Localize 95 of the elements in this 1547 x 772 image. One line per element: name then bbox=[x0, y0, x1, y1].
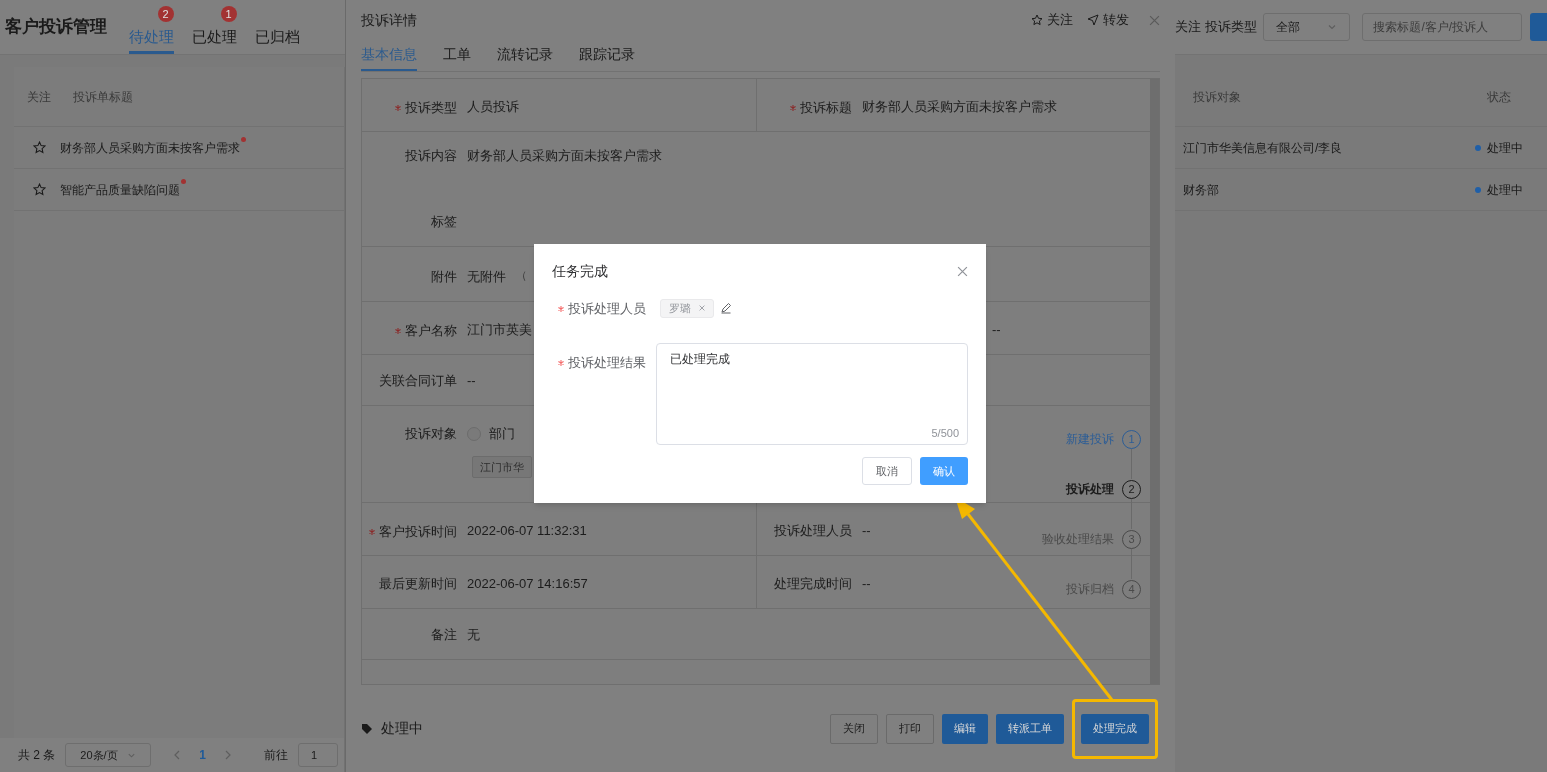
type-select[interactable]: 全部 bbox=[1263, 13, 1351, 41]
field-value: 人员投诉 bbox=[467, 98, 519, 116]
required-icon bbox=[369, 529, 375, 535]
field-value: -- bbox=[467, 372, 476, 390]
pencil-icon[interactable] bbox=[720, 302, 732, 314]
drawer-title: 投诉详情 bbox=[361, 10, 417, 30]
dialog-button[interactable]: 确认 bbox=[920, 457, 968, 485]
footer-button[interactable]: 关闭 bbox=[830, 713, 878, 744]
total-count: 共 2 条 bbox=[18, 747, 56, 764]
page-title: 客户投诉管理 bbox=[5, 15, 107, 38]
status-label: 处理中 bbox=[381, 719, 423, 738]
field-value: 无附件 bbox=[467, 268, 506, 286]
chevron-right-icon[interactable] bbox=[224, 750, 233, 760]
field-value: 江门市英美 bbox=[467, 321, 532, 339]
step-label: 投诉处理 bbox=[1066, 481, 1114, 498]
drawer-action[interactable]: 转发 bbox=[1087, 10, 1129, 30]
result-textarea[interactable]: 已处理完成 5/500 bbox=[655, 343, 968, 445]
field-value: -- bbox=[862, 522, 871, 540]
field-label: 投诉标题 bbox=[790, 98, 852, 118]
page-tab[interactable]: 1 已处理 bbox=[192, 1, 237, 54]
column-header: 状态 bbox=[1487, 88, 1511, 106]
field-value: -- bbox=[862, 575, 871, 593]
footer-button[interactable]: 打印 bbox=[886, 713, 934, 744]
field-value: 财务部人员采购方面未按客户需求 bbox=[862, 98, 1057, 116]
page-tab[interactable]: 已归档 bbox=[255, 1, 300, 54]
page-tab[interactable]: 2 待处理 bbox=[129, 1, 174, 54]
field-label: 附件 bbox=[431, 268, 457, 286]
complaint-title[interactable]: 智能产品质量缺陷问题 bbox=[60, 180, 186, 199]
field-label: 处理完成时间 bbox=[774, 575, 852, 593]
send-icon bbox=[1087, 14, 1099, 26]
step-number: 1 bbox=[1122, 429, 1141, 449]
filter-label: 投诉类型 bbox=[1205, 18, 1257, 37]
required-icon bbox=[790, 105, 796, 111]
char-count: 5/500 bbox=[931, 425, 959, 441]
page-size-select[interactable]: 20条/页 bbox=[65, 743, 152, 767]
drawer-tab[interactable]: 工单 bbox=[443, 40, 471, 71]
field-label: 关联合同订单 bbox=[379, 372, 457, 390]
star-icon bbox=[1031, 14, 1043, 26]
complaint-target: 财务部 bbox=[1183, 181, 1219, 199]
field-label: 备注 bbox=[431, 626, 457, 644]
column-header: 关注 bbox=[27, 88, 51, 106]
field-label: 投诉内容 bbox=[405, 147, 457, 165]
field-label: 客户名称 bbox=[395, 321, 457, 341]
column-header: 投诉单标题 bbox=[73, 88, 133, 106]
drawer-tab[interactable]: 跟踪记录 bbox=[579, 40, 635, 71]
footer-button[interactable]: 处理完成 bbox=[1081, 713, 1149, 744]
goto-field[interactable]: 1 bbox=[298, 743, 339, 767]
field-label: 客户投诉时间 bbox=[369, 522, 457, 542]
count-badge: 1 bbox=[220, 6, 237, 22]
chevron-left-icon[interactable] bbox=[173, 750, 182, 760]
required-icon bbox=[395, 105, 401, 111]
drawer-tab[interactable]: 流转记录 bbox=[497, 40, 553, 71]
dialog-button[interactable]: 取消 bbox=[862, 457, 912, 485]
complaint-target: 江门市华美信息有限公司/李良 bbox=[1183, 139, 1343, 157]
chevron-down-icon bbox=[1327, 22, 1338, 32]
field-value: 2022-06-07 14:16:57 bbox=[467, 575, 588, 593]
goto-label: 前往 bbox=[264, 747, 289, 764]
close-icon[interactable] bbox=[1149, 14, 1160, 26]
field-label: 投诉处理结果 bbox=[557, 353, 646, 373]
field-label: 投诉对象 bbox=[405, 425, 457, 443]
field-label: 标签 bbox=[431, 213, 457, 231]
column-header: 投诉对象 bbox=[1193, 88, 1241, 106]
dialog-title: 任务完成 bbox=[552, 261, 608, 281]
footer-button[interactable]: 转派工单 bbox=[996, 713, 1064, 744]
required-icon bbox=[395, 328, 401, 334]
search-field[interactable]: 搜索标题/客户/投诉人 bbox=[1362, 13, 1523, 41]
field-label: 投诉类型 bbox=[395, 98, 457, 118]
footer-button[interactable]: 编辑 bbox=[942, 713, 988, 744]
field-value: 财务部人员采购方面未按客户需求 bbox=[467, 147, 662, 165]
search-button[interactable] bbox=[1530, 13, 1547, 41]
field-label: 投诉处理人员 bbox=[558, 298, 646, 319]
field-value: -- bbox=[992, 321, 1001, 339]
target-tag: 江门市华 bbox=[472, 455, 532, 478]
filter-label: 关注 bbox=[1175, 18, 1201, 37]
required-icon bbox=[558, 305, 564, 312]
drawer-action[interactable]: 关注 bbox=[1031, 10, 1073, 30]
close-icon[interactable] bbox=[957, 265, 968, 277]
step-number: 2 bbox=[1122, 479, 1141, 499]
step-label: 新建投诉 bbox=[1066, 431, 1114, 448]
field-value: 无 bbox=[467, 626, 480, 644]
person-tag: 罗璐 bbox=[660, 298, 714, 318]
status-text: 处理中 bbox=[1487, 181, 1523, 199]
star-icon[interactable] bbox=[33, 141, 46, 154]
field-label: 投诉处理人员 bbox=[774, 522, 852, 540]
close-icon[interactable] bbox=[699, 305, 705, 311]
tag-icon bbox=[361, 722, 373, 735]
count-badge: 2 bbox=[157, 6, 174, 22]
field-label: 最后更新时间 bbox=[379, 575, 457, 593]
field-hint: （ bbox=[516, 268, 527, 283]
radio-label[interactable]: 部门 bbox=[489, 424, 515, 444]
field-value: 2022-06-07 11:32:31 bbox=[467, 522, 587, 540]
status-text: 处理中 bbox=[1487, 139, 1523, 157]
required-icon bbox=[557, 360, 564, 366]
star-icon[interactable] bbox=[33, 183, 46, 196]
complaint-title[interactable]: 财务部人员采购方面未按客户需求 bbox=[60, 138, 246, 157]
